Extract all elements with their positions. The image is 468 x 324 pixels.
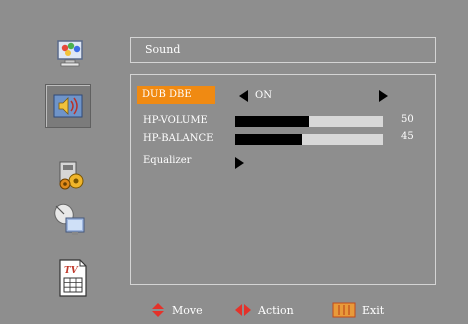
action-leftright-icon: [235, 304, 251, 316]
footer-action: Action: [234, 302, 294, 318]
footer-exit-label: Exit: [362, 303, 385, 317]
teletext-icon[interactable]: TV: [53, 258, 93, 298]
exit-menu-icon: [332, 302, 356, 318]
move-updown-icon: [152, 303, 164, 317]
menu-item-label: Equalizer: [143, 155, 192, 166]
balance-slider[interactable]: [235, 134, 383, 145]
menu-row-hp-balance[interactable]: HP-BALANCE 45: [131, 131, 435, 147]
footer-move-label: Move: [172, 303, 203, 317]
satellite-channel-icon[interactable]: [50, 200, 90, 240]
arrow-right-icon[interactable]: [379, 90, 388, 102]
sound-menu-panel: DUB DBE ON HP-VOLUME 50 HP-BALANCE 45 Eq…: [130, 74, 436, 285]
footer-action-label: Action: [258, 303, 294, 317]
option-value: ON: [255, 90, 272, 101]
slider-value: 45: [401, 131, 414, 142]
footer-exit: Exit: [332, 302, 384, 318]
page-title: Sound: [130, 37, 436, 63]
menu-row-equalizer[interactable]: Equalizer: [131, 153, 435, 169]
volume-slider[interactable]: [235, 116, 383, 127]
menu-item-label: DUB DBE: [137, 86, 215, 104]
footer-move: Move: [150, 302, 203, 318]
menu-item-label: HP-VOLUME: [143, 115, 208, 126]
picture-icon[interactable]: [50, 34, 90, 74]
sidebar: TV: [0, 0, 128, 324]
setup-icon[interactable]: [51, 156, 91, 196]
arrow-left-icon[interactable]: [239, 90, 248, 102]
slider-value: 50: [401, 114, 414, 125]
svg-text:TV: TV: [64, 266, 79, 276]
menu-item-label: HP-BALANCE: [143, 133, 214, 144]
submenu-arrow-icon[interactable]: [235, 157, 244, 169]
slider-fill: [235, 134, 302, 145]
menu-row-dub-dbe[interactable]: DUB DBE ON: [131, 86, 435, 106]
menu-row-hp-volume[interactable]: HP-VOLUME 50: [131, 113, 435, 129]
slider-fill: [235, 116, 309, 127]
sound-icon[interactable]: [45, 84, 91, 128]
